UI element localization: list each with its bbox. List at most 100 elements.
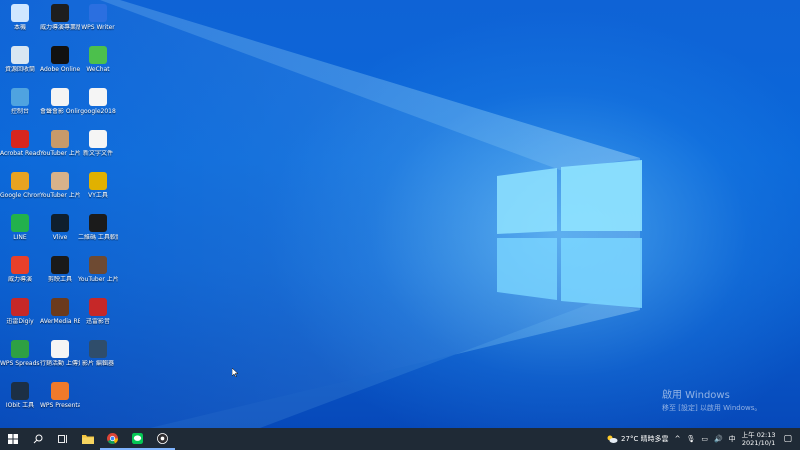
desktop-icon[interactable]: AVerMedia RECentral 4 xyxy=(40,298,80,342)
photo-icon xyxy=(89,256,107,274)
weather-text[interactable]: 27°C 晴時多雲 xyxy=(621,434,669,444)
desktop-icon[interactable]: WPS Spreadsheets xyxy=(0,340,40,384)
desktop-icon[interactable]: 資源回收筒 xyxy=(0,46,40,90)
desktop-icon-label: Acrobat Reader DC xyxy=(0,150,40,157)
desktop-icon[interactable]: WPS Presentation xyxy=(40,382,80,426)
windows-logo xyxy=(497,160,642,308)
adobe-icon xyxy=(51,46,69,64)
desktop-icon-label: 迅雷Digiy xyxy=(6,318,34,325)
microphone-icon[interactable]: 🎙 xyxy=(686,435,695,443)
chevron-up-icon[interactable]: ^ xyxy=(675,435,681,443)
desktop-icon-label: 控制台 xyxy=(10,108,29,115)
desktop-icon[interactable]: 本機 xyxy=(0,4,40,48)
chrome-icon xyxy=(11,172,29,190)
media-player-icon xyxy=(89,298,107,316)
desktop-icon-label: google2018 xyxy=(80,108,116,115)
system-tray: 27°C 晴時多雲 ^ 🎙 ▭ 🔊 中 上午 02:13 2021/10/1 ▢ xyxy=(606,428,800,450)
desktop-icon[interactable]: WPS Writer xyxy=(78,4,118,48)
desktop-icon-label: YouTuber 上片 20210302... xyxy=(78,276,118,283)
desktop-icon[interactable]: 影片 編輯器 xyxy=(78,340,118,384)
document-icon xyxy=(89,130,107,148)
desktop-icon-label: YouTuber 上片 20210302... xyxy=(40,192,80,199)
desktop-icon[interactable]: 威力導演專業版 xyxy=(40,4,80,48)
desktop-icon[interactable]: 迅雷影音 xyxy=(78,298,118,342)
weather-icon[interactable] xyxy=(606,434,618,444)
desktop-icon-label: WPS Presentation xyxy=(40,402,80,409)
desktop-icon[interactable]: WeChat xyxy=(78,46,118,90)
desktop-icon-label: LINE xyxy=(13,234,27,241)
desktop-icon-label: Google Chrome xyxy=(0,192,40,199)
desktop-icon[interactable]: 新文字文件 xyxy=(78,130,118,174)
desktop-icon[interactable]: VY工具 xyxy=(78,172,118,216)
start-button[interactable] xyxy=(0,428,25,450)
acrobat-icon xyxy=(11,130,29,148)
desktop-icon[interactable]: LINE xyxy=(0,214,40,258)
clock-date: 2021/10/1 xyxy=(741,439,776,447)
folder-icon xyxy=(81,435,94,444)
network-icon[interactable]: ▭ xyxy=(701,435,708,443)
activate-subtitle: 移至 [設定] 以啟用 Windows。 xyxy=(662,404,762,412)
notification-icon[interactable]: ▢ xyxy=(783,434,792,444)
line-icon xyxy=(11,214,29,232)
desktop-icon-label: WPS Spreadsheets xyxy=(0,360,40,367)
qr-icon xyxy=(89,214,107,232)
desktop-icon[interactable]: Vlive xyxy=(40,214,80,258)
desktop-icon-label: 威力導演專業版 xyxy=(40,24,80,31)
wps-writer-icon xyxy=(89,4,107,22)
volume-icon[interactable]: 🔊 xyxy=(714,435,723,443)
desktop-icon[interactable]: 威力導演 xyxy=(0,256,40,300)
recycle-bin-icon xyxy=(11,46,29,64)
desktop-icon-label: YouTuber 上片 20210230... xyxy=(40,150,80,157)
desktop-icon[interactable]: YouTuber 上片 20210230... xyxy=(40,130,80,174)
document-icon xyxy=(89,88,107,106)
desktop-icon-label: AVerMedia RECentral 4 xyxy=(40,318,80,325)
input-method-icon[interactable]: 中 xyxy=(729,434,736,444)
photo-icon xyxy=(51,130,69,148)
desktop-icon-label: Adobe Online xyxy=(40,66,80,73)
desktop-icon[interactable]: Acrobat Reader DC xyxy=(0,130,40,174)
taskbar-line[interactable] xyxy=(125,428,150,450)
activate-title: 啟用 Windows xyxy=(662,390,730,401)
desktop-icon-label: VY工具 xyxy=(88,192,108,199)
line-icon xyxy=(132,432,143,444)
desktop-icon-label: 新文字文件 xyxy=(82,150,113,157)
desktop-icon[interactable]: YouTuber 上片 20210302... xyxy=(40,172,80,216)
task-view-button[interactable] xyxy=(50,428,75,450)
desktop-icon[interactable]: Adobe Online xyxy=(40,46,80,90)
avermedia-icon xyxy=(51,298,69,316)
search-button[interactable] xyxy=(25,428,50,450)
desktop-icon-label: 剪映工具 xyxy=(47,276,72,283)
obs-icon xyxy=(157,432,168,444)
powerdirector-icon xyxy=(11,256,29,274)
desktop-icon[interactable]: 迅雷Digiy xyxy=(0,298,40,342)
iobit-icon xyxy=(11,382,29,400)
desktop-icon-label: 行銷活動 上傳資料 2021 xyxy=(40,360,80,367)
desktop-icon-label: 會聲會影 Online xyxy=(40,108,80,115)
desktop-icon[interactable]: 控制台 xyxy=(0,88,40,132)
computer-icon xyxy=(11,4,29,22)
desktop-icon[interactable]: 行銷活動 上傳資料 2021 xyxy=(40,340,80,384)
desktop-icon[interactable]: Google Chrome xyxy=(0,172,40,216)
mouse-cursor-icon xyxy=(232,368,238,377)
desktop-icon[interactable]: google2018 xyxy=(78,88,118,132)
file-icon xyxy=(51,340,69,358)
wechat-icon xyxy=(89,46,107,64)
activate-windows-watermark: 啟用 Windows 移至 [設定] 以啟用 Windows。 xyxy=(662,386,761,413)
desktop-icon[interactable]: IObit 工具 xyxy=(0,382,40,426)
desktop-icon[interactable]: YouTuber 上片 20210302... xyxy=(78,256,118,300)
taskbar-recorder[interactable] xyxy=(150,428,175,450)
desktop-icon[interactable]: 會聲會影 Online xyxy=(40,88,80,132)
desktop-icon[interactable]: 二維碼 工具軟體分析 xyxy=(78,214,118,258)
chrome-icon xyxy=(107,432,118,444)
light-beam-background xyxy=(0,0,640,428)
desktop-icon[interactable]: 剪映工具 xyxy=(40,256,80,300)
capcut-icon xyxy=(51,4,69,22)
desktop-icon-label: 威力導演 xyxy=(7,276,32,283)
taskbar-chrome[interactable] xyxy=(100,428,125,450)
desktop-icon-label: 影片 編輯器 xyxy=(82,360,114,367)
photo-icon xyxy=(51,172,69,190)
taskbar-file-explorer[interactable] xyxy=(75,428,100,450)
desktop-icon-label: WeChat xyxy=(86,66,110,73)
vlive-icon xyxy=(51,214,69,232)
clock[interactable]: 上午 02:13 2021/10/1 xyxy=(742,431,776,447)
